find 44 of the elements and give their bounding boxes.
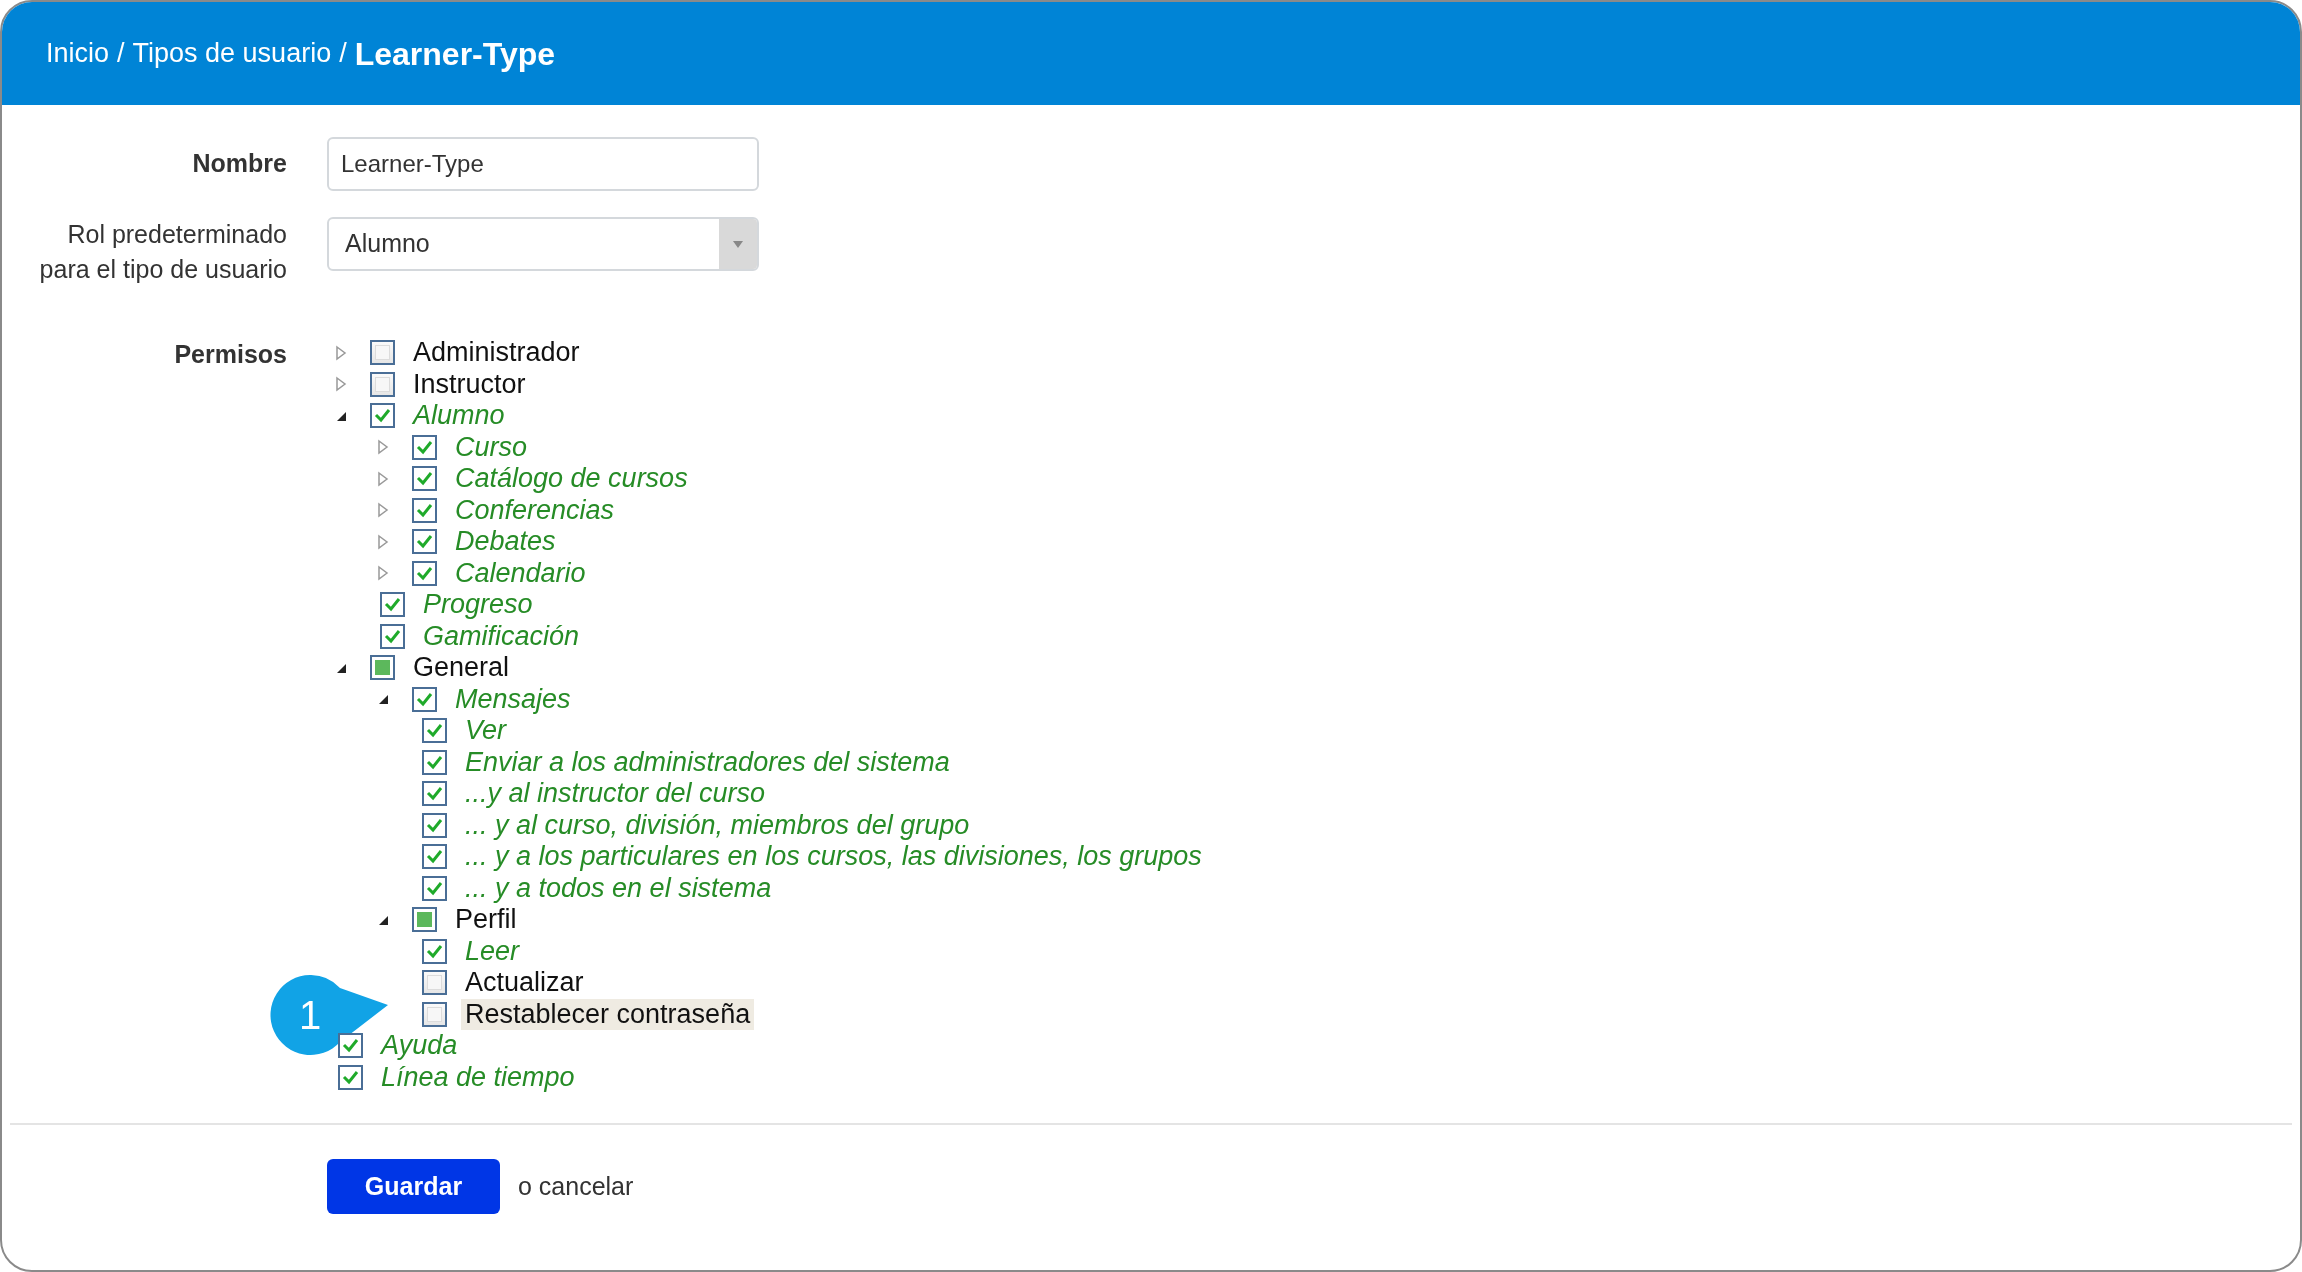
expand-arrow-icon[interactable] (335, 376, 347, 393)
expand-arrow-icon[interactable] (335, 344, 347, 361)
permission-label: Enviar a los administradores del sistema (464, 746, 951, 778)
expand-arrow-icon[interactable] (377, 502, 389, 519)
permission-label: Restablecer contraseña (461, 998, 755, 1030)
expand-arrow-icon[interactable] (377, 439, 389, 456)
permission-label: Catálogo de cursos (454, 463, 689, 495)
breadcrumb-separator: / (339, 37, 347, 71)
cancel-link[interactable]: o cancelar (518, 1167, 634, 1206)
permission-label: ... y al curso, división, miembros del grupo (464, 809, 971, 841)
field-label: Rol predeterminado para el tipo de usuario (38, 219, 287, 285)
permission-label: ... y a todos en el sistema (464, 872, 773, 904)
field-label: Nombre (191, 148, 287, 180)
field-label: Permisos (173, 339, 287, 370)
name-input-field[interactable]: Learner-Type (327, 137, 759, 191)
expand-arrow-icon[interactable] (377, 470, 389, 487)
breadcrumb-link[interactable]: Inicio (46, 33, 110, 74)
breadcrumb-current: Learner-Type (354, 34, 556, 74)
permission-label: ...y al instructor del curso (464, 778, 767, 810)
permission-label: Administrador (412, 337, 581, 369)
permission-label: Ver (464, 715, 508, 747)
permission-label: Debates (454, 526, 557, 558)
permission-label: ... y a los particulares en los cursos, las divisiones, los grupos (464, 841, 1203, 873)
expand-arrow-icon[interactable] (377, 533, 389, 550)
dropdown-caret-icon (732, 239, 744, 249)
breadcrumb-separator: / (117, 37, 125, 71)
breadcrumb-link[interactable]: Tipos de usuario (132, 33, 332, 74)
expand-arrow-icon[interactable] (377, 565, 389, 582)
permission-label: Curso (454, 431, 529, 463)
permission-label: General (412, 652, 511, 684)
role-select[interactable]: Alumno (327, 217, 759, 271)
permission-label: Línea de tiempo (380, 1061, 576, 1093)
permission-label: Calendario (454, 557, 587, 589)
permission-label: Progreso (422, 589, 534, 621)
permission-label: Alumno (411, 400, 506, 432)
permission-label: Conferencias (454, 494, 616, 526)
permission-label: Mensajes (454, 683, 572, 715)
permission-label: Instructor (412, 368, 527, 400)
permission-label: Gamificación (422, 620, 581, 652)
permission-label: Actualizar (464, 967, 585, 999)
permission-label: Leer (464, 935, 521, 967)
save-button[interactable]: Guardar (327, 1159, 500, 1214)
permission-label: Perfil (454, 904, 518, 936)
collapse-arrow-icon[interactable] (377, 693, 389, 706)
